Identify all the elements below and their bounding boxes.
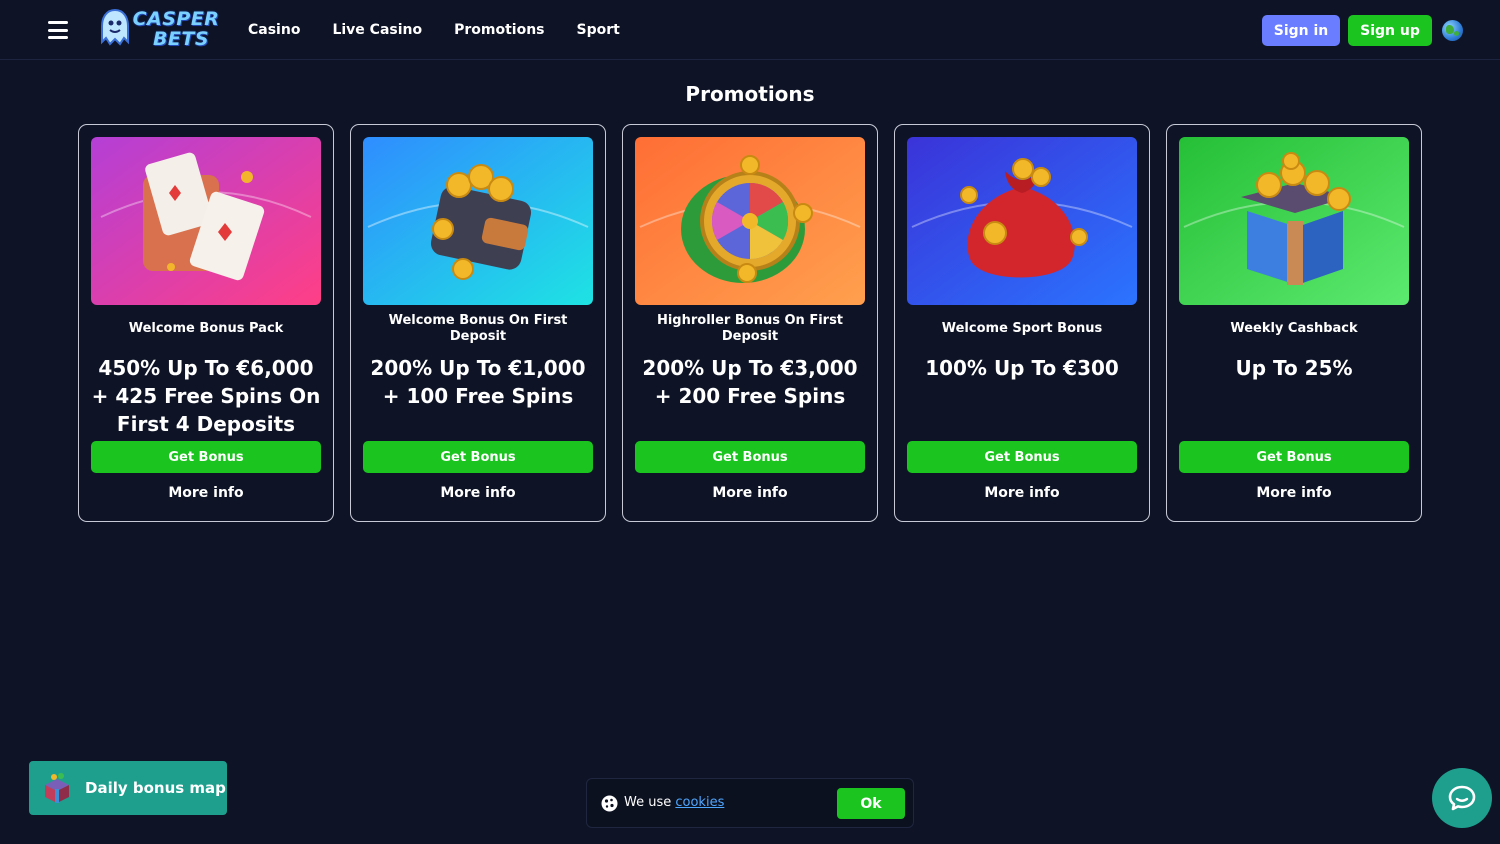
- playing-cards-illustration: [91, 137, 321, 305]
- promo-subtitle: Welcome Sport Bonus: [941, 321, 1103, 336]
- cookie-text: We use: [624, 795, 672, 810]
- ghost-mascot-icon: [101, 8, 129, 46]
- more-info-link[interactable]: More info: [907, 485, 1137, 501]
- cookie-ok-button[interactable]: Ok: [837, 788, 905, 819]
- wallet-coins-illustration: [363, 137, 593, 305]
- sign-up-button[interactable]: Sign up: [1348, 15, 1432, 46]
- promo-card: Weekly Cashback Up To 25% Get Bonus More…: [1166, 124, 1422, 522]
- nav-live-casino[interactable]: Live Casino: [332, 20, 422, 40]
- more-info-link[interactable]: More info: [363, 485, 593, 501]
- chat-bubble-icon[interactable]: [1432, 768, 1492, 828]
- promo-card: Welcome Sport Bonus 100% Up To €300 Get …: [894, 124, 1150, 522]
- more-info-link[interactable]: More info: [91, 485, 321, 501]
- cookies-link[interactable]: cookies: [675, 795, 724, 810]
- get-bonus-button[interactable]: Get Bonus: [907, 441, 1137, 473]
- sign-in-button[interactable]: Sign in: [1262, 15, 1340, 46]
- top-header: CASPER BETS Casino Live Casino Promotion…: [0, 0, 1500, 60]
- promo-headline: 200% Up To €1,000 + 100 Free Spins: [370, 356, 586, 408]
- get-bonus-button[interactable]: Get Bonus: [1179, 441, 1409, 473]
- globe-icon[interactable]: [1442, 20, 1463, 41]
- promo-card: Welcome Bonus On First Deposit 200% Up T…: [350, 124, 606, 522]
- daily-bonus-label: Daily bonus map: [85, 779, 226, 797]
- promotion-cards: Welcome Bonus Pack 450% Up To €6,000 + 4…: [78, 124, 1422, 522]
- daily-bonus-map-button[interactable]: Daily bonus map: [29, 761, 227, 815]
- promo-subtitle: Welcome Bonus On First Deposit: [388, 313, 568, 344]
- promo-headline: 100% Up To €300: [925, 356, 1119, 380]
- promo-subtitle: Weekly Cashback: [1230, 321, 1358, 336]
- gift-box-coins-illustration: [1179, 137, 1409, 305]
- get-bonus-button[interactable]: Get Bonus: [635, 441, 865, 473]
- get-bonus-button[interactable]: Get Bonus: [363, 441, 593, 473]
- promo-subtitle: Welcome Bonus Pack: [128, 321, 284, 336]
- fortune-wheel-illustration: [635, 137, 865, 305]
- money-bag-illustration: [907, 137, 1137, 305]
- hamburger-icon[interactable]: [48, 21, 68, 39]
- nav-casino[interactable]: Casino: [248, 20, 300, 40]
- nav-promotions[interactable]: Promotions: [454, 20, 544, 40]
- promo-card: Welcome Bonus Pack 450% Up To €6,000 + 4…: [78, 124, 334, 522]
- promo-headline: Up To 25%: [1235, 356, 1353, 380]
- chat-icon-glyph: [1448, 785, 1476, 811]
- logo-wordmark: CASPER BETS: [132, 8, 220, 50]
- promo-headline: 200% Up To €3,000 + 200 Free Spins: [642, 356, 858, 408]
- casper-bets-logo[interactable]: CASPER BETS: [93, 6, 223, 54]
- more-info-link[interactable]: More info: [635, 485, 865, 501]
- cookie-banner: We use cookies Ok: [586, 778, 914, 828]
- promo-card: Highroller Bonus On First Deposit 200% U…: [622, 124, 878, 522]
- get-bonus-button[interactable]: Get Bonus: [91, 441, 321, 473]
- promo-headline: 450% Up To €6,000 + 425 Free Spins On Fi…: [91, 356, 321, 436]
- page-title: Promotions: [685, 82, 815, 106]
- treasure-chest-icon: [45, 773, 69, 803]
- more-info-link[interactable]: More info: [1179, 485, 1409, 501]
- cookie-icon: [601, 795, 618, 812]
- main-nav: Casino Live Casino Promotions Sport: [248, 20, 620, 40]
- cookie-message: We use cookies: [624, 795, 724, 810]
- promo-subtitle: Highroller Bonus On First Deposit: [656, 313, 844, 344]
- nav-sport[interactable]: Sport: [577, 20, 620, 40]
